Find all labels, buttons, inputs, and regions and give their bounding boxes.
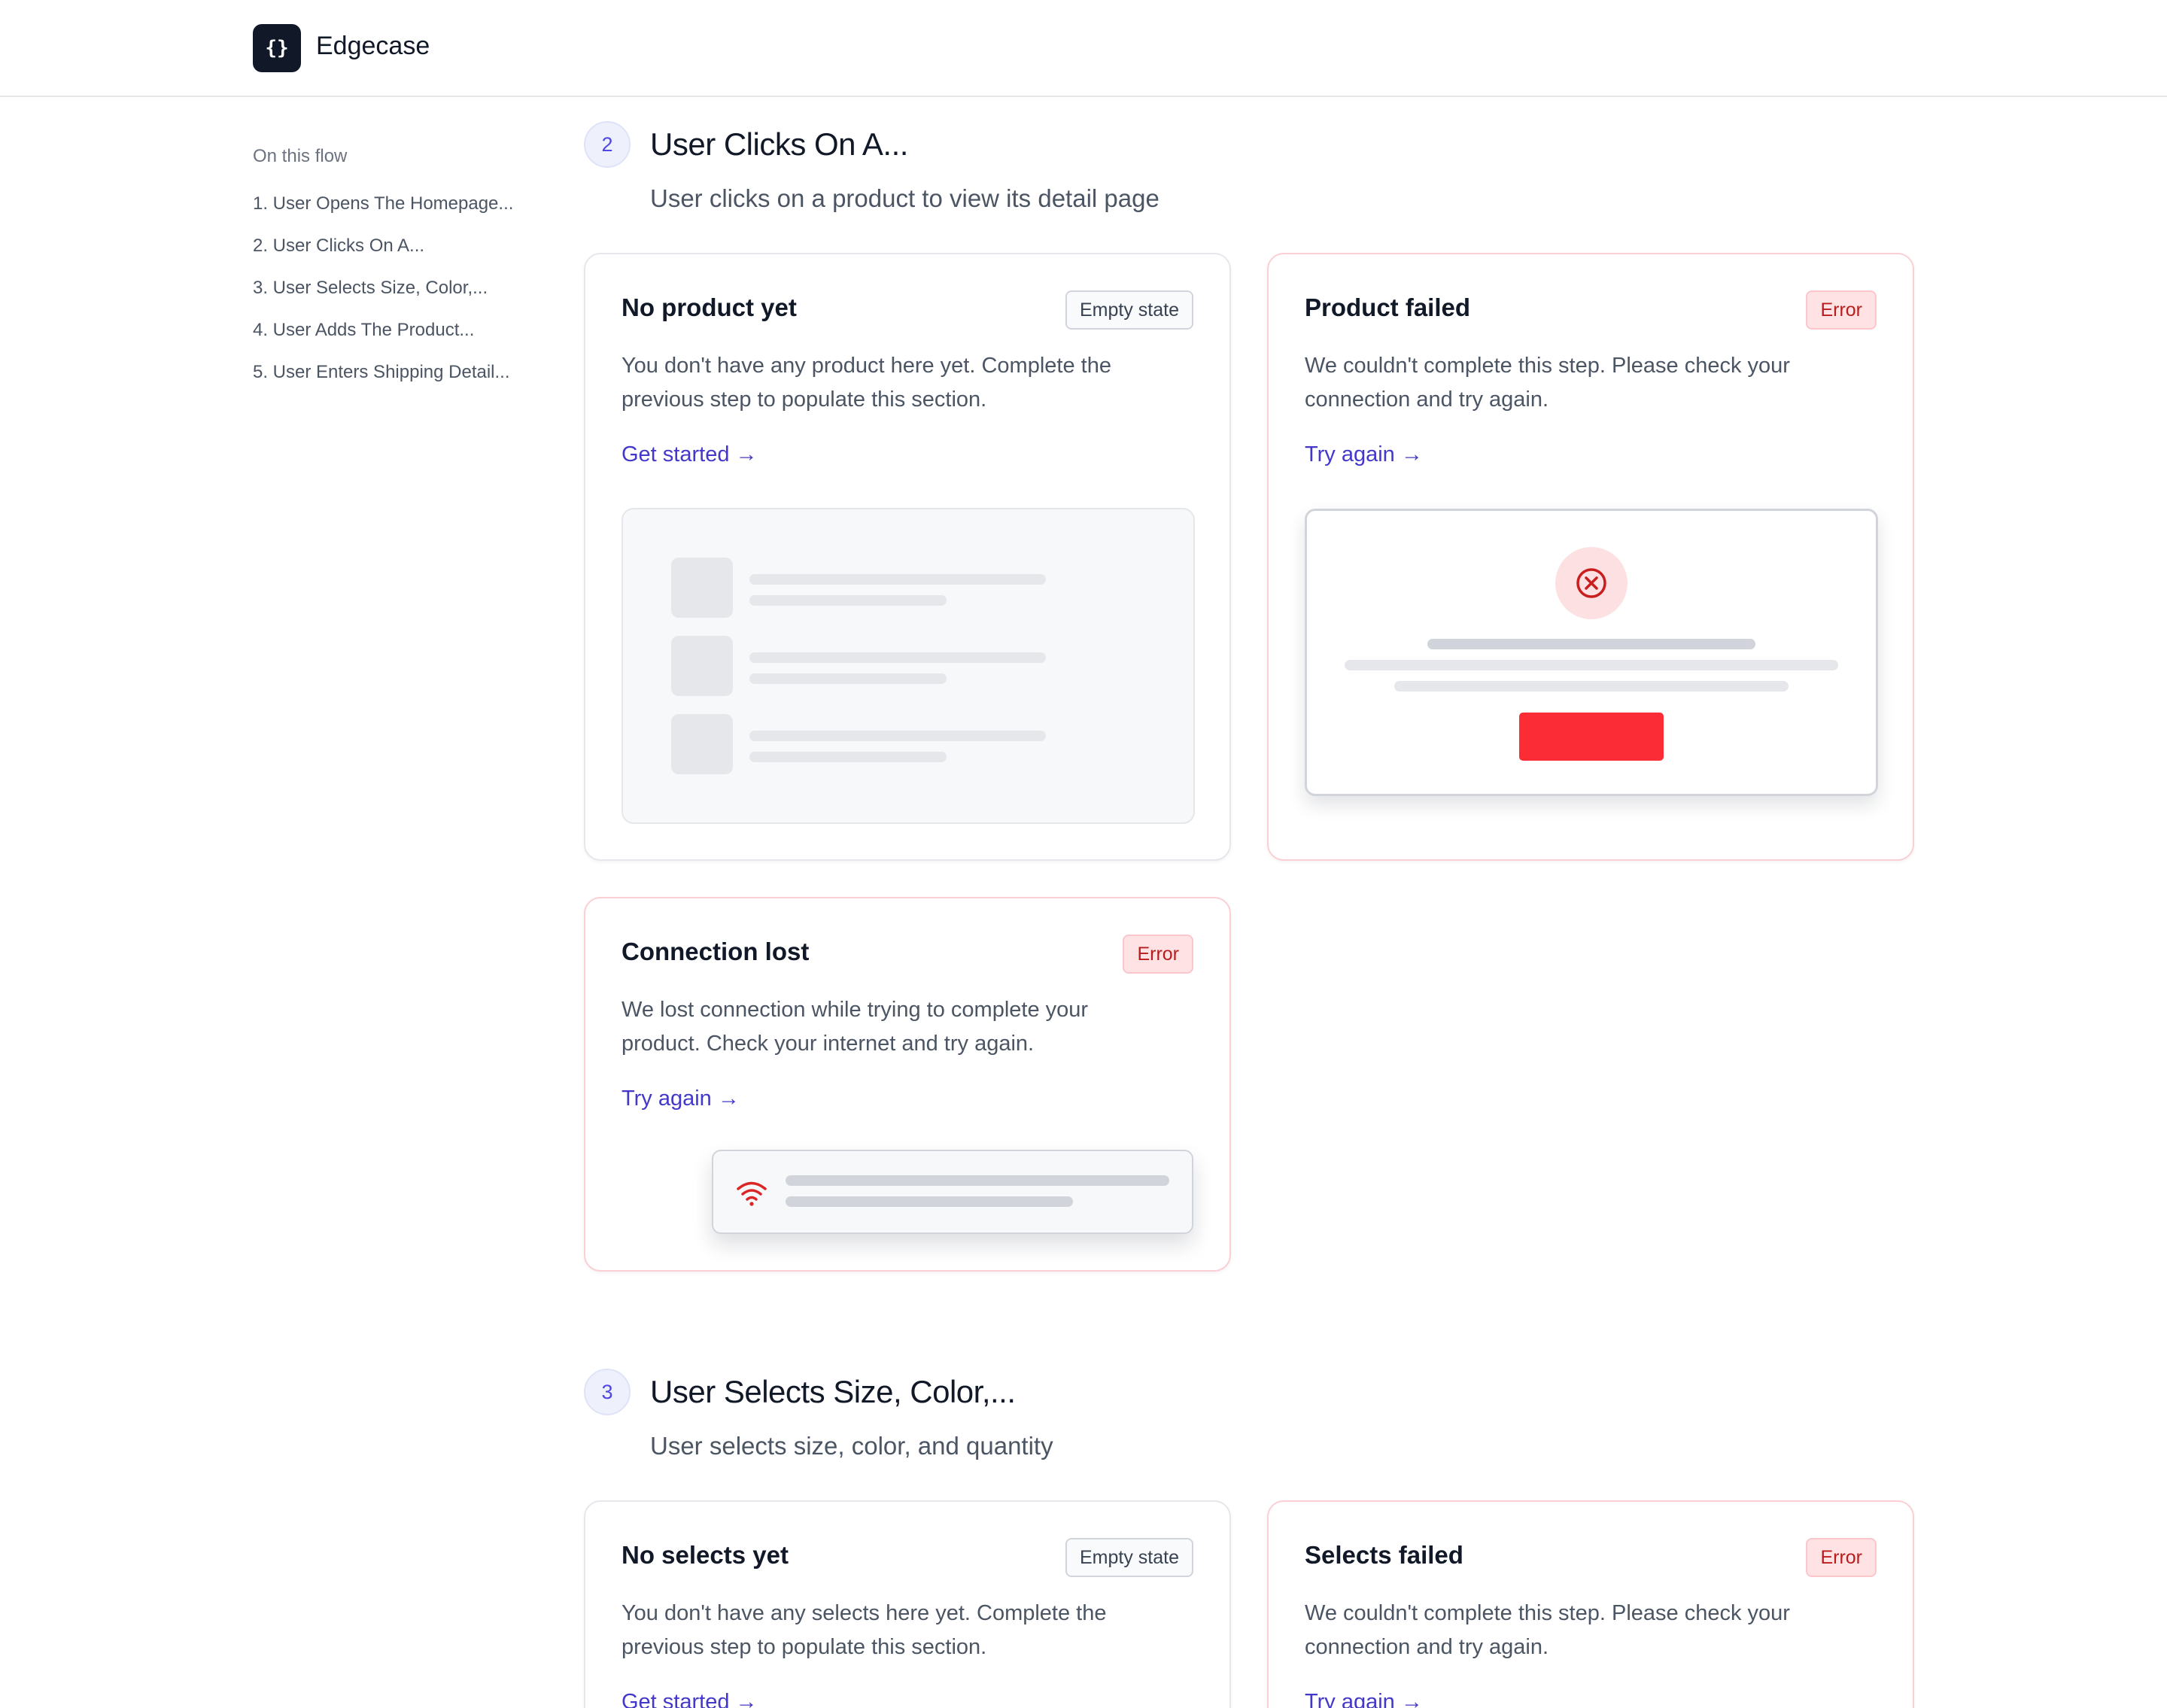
empty-state-badge: Empty state xyxy=(1065,1538,1193,1577)
connection-lost-card: Connection lost Error We lost connection… xyxy=(584,897,1231,1272)
get-started-link[interactable]: Get started → xyxy=(622,442,758,467)
empty-state-card: No selects yet Empty state You don't hav… xyxy=(584,1500,1231,1708)
error-badge: Error xyxy=(1806,290,1877,330)
step-title: User Clicks On A... xyxy=(650,126,908,162)
top-bar: {} Edgecase xyxy=(0,0,2167,97)
skeleton-line xyxy=(749,652,1046,663)
step-title: User Selects Size, Color,... xyxy=(650,1374,1016,1409)
error-badge: Error xyxy=(1123,935,1193,974)
step-description: User selects size, color, and quantity xyxy=(650,1432,1053,1460)
card-description: We couldn't complete this step. Please c… xyxy=(1305,1601,1790,1659)
empty-state-card: No product yet Empty state You don't hav… xyxy=(584,253,1231,861)
wifi-icon xyxy=(737,1181,767,1206)
offline-toast-illustration xyxy=(712,1150,1193,1234)
skeleton-line xyxy=(786,1196,1073,1207)
skeleton-thumbnail xyxy=(671,714,733,774)
error-card: Product failed Error We couldn't complet… xyxy=(1267,253,1914,861)
card-title: Product failed xyxy=(1305,293,1471,321)
skeleton-line xyxy=(1394,681,1789,691)
skeleton-line xyxy=(749,595,947,606)
toc-title: On this flow xyxy=(253,146,348,166)
empty-state-badge: Empty state xyxy=(1065,290,1193,330)
try-again-link[interactable]: Try again → xyxy=(622,1086,740,1111)
skeleton-line xyxy=(749,731,1046,741)
card-title: No product yet xyxy=(622,293,797,321)
skeleton-line xyxy=(1345,660,1838,670)
error-card: Selects failed Error We couldn't complet… xyxy=(1267,1500,1914,1708)
skeleton-line xyxy=(749,574,1046,585)
card-description: You don't have any product here yet. Com… xyxy=(622,354,1111,412)
card-title: Connection lost xyxy=(622,938,810,965)
skeleton-thumbnail xyxy=(671,636,733,696)
x-circle-icon xyxy=(1555,547,1628,619)
skeleton-thumbnail xyxy=(671,558,733,618)
skeleton-line xyxy=(786,1175,1169,1186)
card-title: Selects failed xyxy=(1305,1541,1463,1569)
error-badge: Error xyxy=(1806,1538,1877,1577)
skeleton-line xyxy=(1427,639,1755,649)
toc-item-1[interactable]: 1. User Opens The Homepage... xyxy=(253,193,513,214)
card-description: You don't have any selects here yet. Com… xyxy=(622,1601,1107,1659)
step-number-badge: 3 xyxy=(584,1369,631,1415)
toc-item-5[interactable]: 5. User Enters Shipping Detail... xyxy=(253,362,510,383)
retry-button-illustration xyxy=(1519,713,1664,761)
card-description: We lost connection while trying to compl… xyxy=(622,998,1089,1056)
try-again-link[interactable]: Try again → xyxy=(1305,442,1423,467)
toc-item-4[interactable]: 4. User Adds The Product... xyxy=(253,320,474,341)
logo-icon[interactable]: {} xyxy=(253,24,301,72)
error-dialog-illustration xyxy=(1305,509,1878,796)
card-title: No selects yet xyxy=(622,1541,789,1569)
toc-item-3[interactable]: 3. User Selects Size, Color,... xyxy=(253,278,488,299)
toc-item-2[interactable]: 2. User Clicks On A... xyxy=(253,236,424,257)
skeleton-line xyxy=(749,673,947,684)
card-description: We couldn't complete this step. Please c… xyxy=(1305,354,1790,412)
brand-name[interactable]: Edgecase xyxy=(316,32,430,61)
get-started-link[interactable]: Get started → xyxy=(622,1690,758,1708)
empty-list-illustration xyxy=(622,508,1195,824)
step-description: User clicks on a product to view its det… xyxy=(650,184,1159,212)
try-again-link[interactable]: Try again → xyxy=(1305,1690,1423,1708)
step-number-badge: 2 xyxy=(584,121,631,168)
skeleton-line xyxy=(749,752,947,762)
